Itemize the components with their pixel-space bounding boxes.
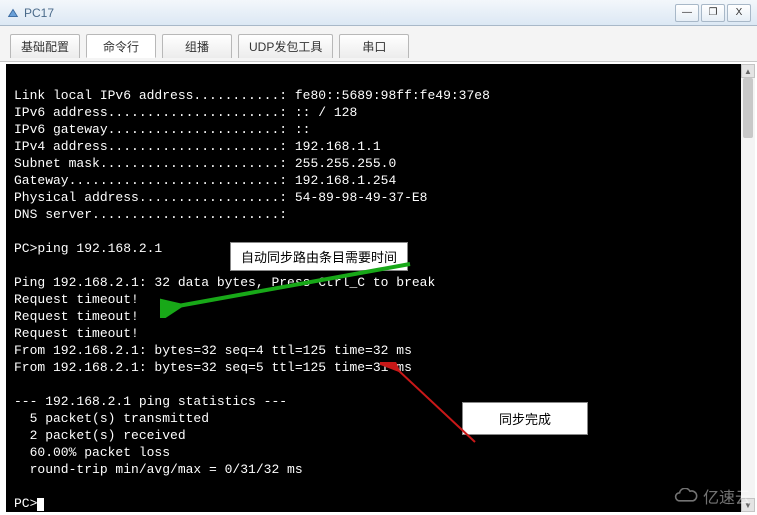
tab-multicast[interactable]: 组播	[162, 34, 232, 58]
close-button[interactable]: X	[727, 4, 751, 22]
watermark-text: 亿速云	[703, 484, 751, 508]
watermark: 亿速云	[673, 484, 751, 508]
window-buttons: — ❐ X	[675, 4, 751, 22]
tab-label: 组播	[185, 40, 209, 54]
annotation-label: 自动同步路由条目需要时间	[230, 242, 408, 271]
maximize-button[interactable]: ❐	[701, 4, 725, 22]
tab-serial[interactable]: 串口	[339, 34, 409, 58]
scroll-up-button[interactable]: ▲	[741, 64, 755, 78]
close-icon: X	[736, 7, 743, 18]
tab-label: 串口	[362, 40, 386, 54]
scroll-thumb[interactable]	[743, 78, 753, 138]
tab-udp-tool[interactable]: UDP发包工具	[238, 34, 333, 58]
scroll-track[interactable]	[741, 78, 755, 498]
minimize-icon: —	[682, 7, 692, 18]
tab-label: UDP发包工具	[249, 40, 322, 54]
tab-bar: 基础配置 命令行 组播 UDP发包工具 串口	[0, 26, 757, 62]
annotation-sync-done: 同步完成	[462, 402, 588, 435]
vertical-scrollbar: ▲ ▼	[741, 64, 755, 512]
tab-basic-config[interactable]: 基础配置	[10, 34, 80, 58]
annotation-sync-needed: 自动同步路由条目需要时间	[230, 242, 408, 271]
tab-label: 基础配置	[21, 40, 69, 54]
terminal-cursor	[37, 498, 44, 511]
app-icon	[6, 6, 20, 20]
annotation-label: 同步完成	[462, 402, 588, 435]
window-title: PC17	[24, 6, 675, 20]
terminal-panel: Link local IPv6 address...........: fe80…	[0, 62, 757, 514]
terminal-output[interactable]: Link local IPv6 address...........: fe80…	[6, 64, 751, 512]
maximize-icon: ❐	[709, 7, 718, 18]
tab-cli[interactable]: 命令行	[86, 34, 156, 58]
minimize-button[interactable]: —	[675, 4, 699, 22]
window-titlebar: PC17 — ❐ X	[0, 0, 757, 26]
cloud-icon	[673, 488, 699, 504]
tab-label: 命令行	[103, 40, 139, 54]
